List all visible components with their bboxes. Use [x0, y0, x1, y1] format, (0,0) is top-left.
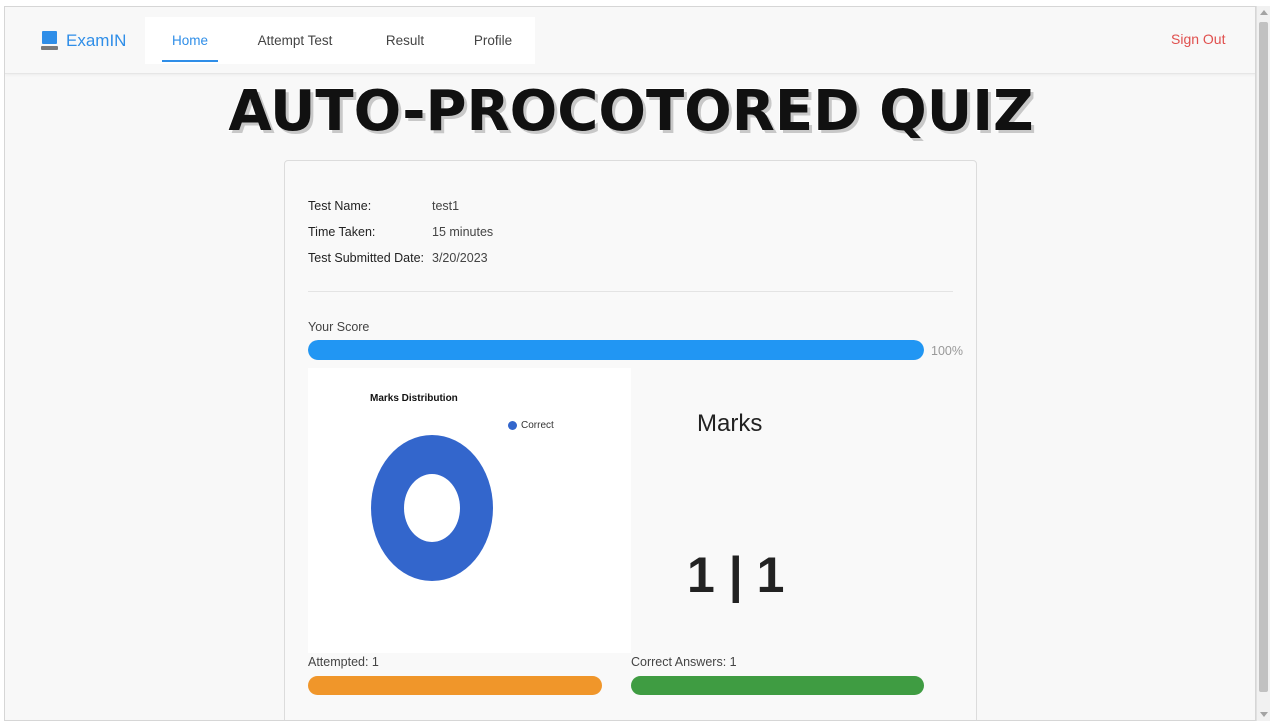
- test-name-label: Test Name:: [308, 199, 372, 213]
- scroll-down-arrow-icon[interactable]: [1260, 712, 1268, 717]
- sign-out-button[interactable]: Sign Out: [1171, 31, 1225, 47]
- time-taken-value: 15 minutes: [432, 225, 494, 239]
- scrollbar-thumb[interactable]: [1259, 22, 1268, 692]
- score-progress-bar: [308, 340, 924, 360]
- marks-value: 1 | 1: [687, 547, 785, 603]
- brand-name: ExamIN: [66, 31, 127, 50]
- tab-attempt-test[interactable]: Attempt Test: [255, 17, 335, 64]
- time-taken-label: Time Taken:: [308, 225, 376, 239]
- tab-home[interactable]: Home: [162, 17, 218, 64]
- divider: [308, 291, 953, 292]
- tab-result[interactable]: Result: [380, 17, 430, 64]
- score-progress-fill: [308, 340, 924, 360]
- navbar: ExamIN Home Attempt Test Result Profile …: [5, 7, 1255, 74]
- submitted-date-value: 3/20/2023: [432, 251, 488, 265]
- nav-tabs: Home Attempt Test Result Profile: [145, 17, 535, 64]
- laptop-icon: [41, 31, 58, 51]
- scroll-up-arrow-icon[interactable]: [1260, 10, 1268, 15]
- correct-answers-label: Correct Answers: 1: [631, 655, 737, 669]
- tab-profile[interactable]: Profile: [467, 17, 519, 64]
- submitted-date-label: Test Submitted Date:: [308, 251, 425, 265]
- test-name-value: test1: [432, 199, 460, 213]
- result-card: Test Name: test1 Time Taken: 15 minutes …: [284, 160, 977, 720]
- score-percent: 100%: [931, 344, 963, 358]
- attempted-label: Attempted: 1: [308, 655, 379, 669]
- brand-logo[interactable]: ExamIN: [41, 27, 126, 55]
- browser-viewport: ExamIN Home Attempt Test Result Profile …: [4, 6, 1256, 721]
- page-headline: AUTO-PROCOTORED QUIZ: [228, 78, 1035, 145]
- correct-answers-bar: [631, 676, 924, 695]
- donut-chart: [371, 435, 493, 581]
- marks-distribution-chart: Marks Distribution Correct: [308, 368, 631, 653]
- marks-title: Marks: [697, 410, 763, 437]
- attempted-bar: [308, 676, 602, 695]
- marks-panel: Marks 1 | 1: [631, 368, 931, 653]
- vertical-scrollbar[interactable]: [1256, 6, 1270, 721]
- donut-hole: [404, 474, 460, 542]
- score-label: Your Score: [308, 320, 370, 334]
